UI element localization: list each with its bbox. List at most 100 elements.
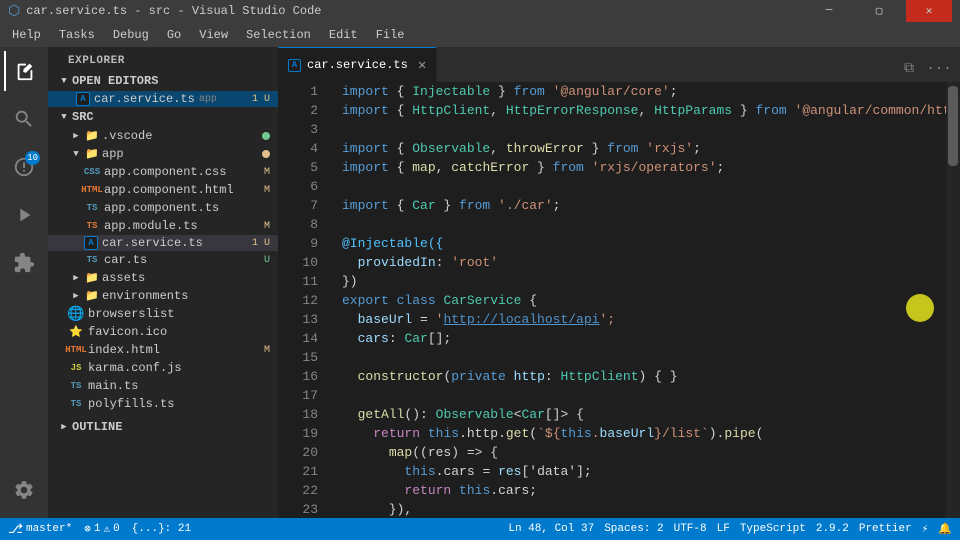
assets-chevron: ▶: [68, 270, 84, 286]
index-icon: HTML: [68, 342, 84, 358]
code-line-17: [342, 386, 960, 405]
env-icon: 📁: [84, 288, 100, 304]
code-line-14: cars: Car[];: [342, 329, 960, 348]
code-area[interactable]: import { Injectable } from '@angular/cor…: [326, 82, 960, 518]
css-icon: CSS: [84, 164, 100, 180]
menu-debug[interactable]: Debug: [105, 26, 157, 44]
car-service-badge: 1 U: [252, 238, 270, 249]
app-label: app: [102, 147, 124, 161]
open-editor-tag: app: [199, 94, 217, 105]
activity-search[interactable]: [4, 99, 44, 139]
encoding-status[interactable]: UTF-8: [674, 522, 707, 536]
html-badge: M: [264, 185, 270, 196]
activity-run[interactable]: [4, 195, 44, 235]
main-ts[interactable]: TS main.ts: [48, 377, 278, 395]
line-num-5: 5: [278, 158, 318, 177]
polyfills-label: polyfills.ts: [88, 397, 174, 411]
code-line-18: getAll(): Observable<Car[]> {: [342, 405, 960, 424]
menu-go[interactable]: Go: [159, 26, 189, 44]
app-folder[interactable]: ▼ 📁 app: [48, 145, 278, 163]
indentation-status[interactable]: Spaces: 2: [604, 522, 663, 536]
outline-section[interactable]: ▶ OUTLINE: [48, 417, 278, 437]
menu-help[interactable]: Help: [4, 26, 49, 44]
menu-selection[interactable]: Selection: [238, 26, 319, 44]
lightning-status[interactable]: ⚡: [922, 522, 929, 536]
ts2-icon: TS: [84, 200, 100, 216]
line-num-14: 14: [278, 329, 318, 348]
menu-edit[interactable]: Edit: [321, 26, 366, 44]
code-line-11: }): [342, 272, 960, 291]
environments-folder[interactable]: ▶ 📁 environments: [48, 287, 278, 305]
app-component-ts[interactable]: TS app.component.ts: [48, 199, 278, 217]
car-ts-icon: TS: [84, 252, 100, 268]
open-editors-section[interactable]: ▼ OPEN EDITORS: [48, 71, 278, 91]
code-line-23: }),: [342, 500, 960, 518]
car-service-file[interactable]: A car.service.ts 1 U: [48, 235, 278, 251]
polyfills-ts[interactable]: TS polyfills.ts: [48, 395, 278, 413]
line-num-3: 3: [278, 120, 318, 139]
maximize-button[interactable]: ▢: [856, 0, 902, 22]
karma-label: karma.conf.js: [88, 361, 182, 375]
line-num-11: 11: [278, 272, 318, 291]
language-status[interactable]: TypeScript: [740, 522, 806, 536]
activity-source-control[interactable]: 10: [4, 147, 44, 187]
line-num-4: 4: [278, 139, 318, 158]
menu-tasks[interactable]: Tasks: [51, 26, 103, 44]
code-line-9: @Injectable({: [342, 234, 960, 253]
title-bar: ⬡ car.service.ts - src - Visual Studio C…: [0, 0, 960, 22]
bell-status[interactable]: 🔔: [938, 522, 952, 536]
tab-actions: ⧉ ···: [896, 56, 960, 82]
menu-file[interactable]: File: [368, 26, 413, 44]
line-ending-status[interactable]: LF: [717, 522, 730, 536]
index-html[interactable]: HTML index.html M: [48, 341, 278, 359]
close-button[interactable]: ✕: [906, 0, 952, 22]
glyph-status[interactable]: {...}: 21: [132, 523, 191, 535]
app-component-html[interactable]: HTML app.component.html M: [48, 181, 278, 199]
tab-close-button[interactable]: ✕: [418, 57, 426, 74]
sidebar-header: EXPLORER: [48, 47, 278, 71]
favicon-label: favicon.ico: [88, 325, 167, 339]
editor-tab-car-service[interactable]: A car.service.ts ✕: [278, 47, 437, 82]
main-ts-label: main.ts: [88, 379, 138, 393]
browserslist-file[interactable]: 🌐 browserslist: [48, 305, 278, 323]
app-module-ts[interactable]: TS app.module.ts M: [48, 217, 278, 235]
car-ts-filename: car.ts: [104, 253, 147, 267]
activity-explorer[interactable]: [4, 51, 44, 91]
karma-file[interactable]: JS karma.conf.js: [48, 359, 278, 377]
app-dot: [262, 150, 270, 158]
line-num-6: 6: [278, 177, 318, 196]
index-label: index.html: [88, 343, 160, 357]
status-right: Ln 48, Col 37 Spaces: 2 UTF-8 LF TypeScr…: [508, 522, 952, 536]
formatter-status[interactable]: Prettier: [859, 522, 912, 536]
activity-settings[interactable]: [4, 470, 44, 510]
browserslist-icon: 🌐: [68, 306, 84, 322]
menu-view[interactable]: View: [191, 26, 236, 44]
errors-status[interactable]: ⊗ 1 ⚠ 0: [84, 522, 119, 536]
cursor-position-status[interactable]: Ln 48, Col 37: [508, 522, 594, 536]
minimize-button[interactable]: ─: [806, 0, 852, 22]
src-section[interactable]: ▼ SRC: [48, 107, 278, 127]
car-ts[interactable]: TS car.ts U: [48, 251, 278, 269]
car-service-icon: A: [84, 236, 98, 250]
assets-folder[interactable]: ▶ 📁 assets: [48, 269, 278, 287]
vertical-scrollbar[interactable]: [946, 82, 960, 518]
more-actions-button[interactable]: ···: [926, 56, 952, 82]
car-service-filename: car.service.ts: [102, 236, 203, 250]
vscode-logo-icon: ⬡: [8, 3, 20, 20]
scrollbar-thumb[interactable]: [948, 86, 958, 166]
bell-icon: 🔔: [938, 522, 952, 536]
open-editor-car-service[interactable]: A car.service.ts app 1 U: [48, 91, 278, 107]
warning-icon: ⚠: [103, 522, 110, 536]
favicon-file[interactable]: ⭐ favicon.ico: [48, 323, 278, 341]
ts3-icon: TS: [84, 218, 100, 234]
ts-version-status[interactable]: 2.9.2: [816, 522, 849, 536]
split-editor-button[interactable]: ⧉: [896, 56, 922, 82]
src-label: SRC: [72, 110, 94, 124]
code-line-19: return this.http.get(`${this.baseUrl}/li…: [342, 424, 960, 443]
vscode-folder[interactable]: ▶ 📁 .vscode: [48, 127, 278, 145]
line-num-16: 16: [278, 367, 318, 386]
app-component-css[interactable]: CSS app.component.css M: [48, 163, 278, 181]
code-line-16: constructor(private http: HttpClient) { …: [342, 367, 960, 386]
git-branch-status[interactable]: ⎇ master*: [8, 522, 72, 537]
activity-extensions[interactable]: [4, 243, 44, 283]
